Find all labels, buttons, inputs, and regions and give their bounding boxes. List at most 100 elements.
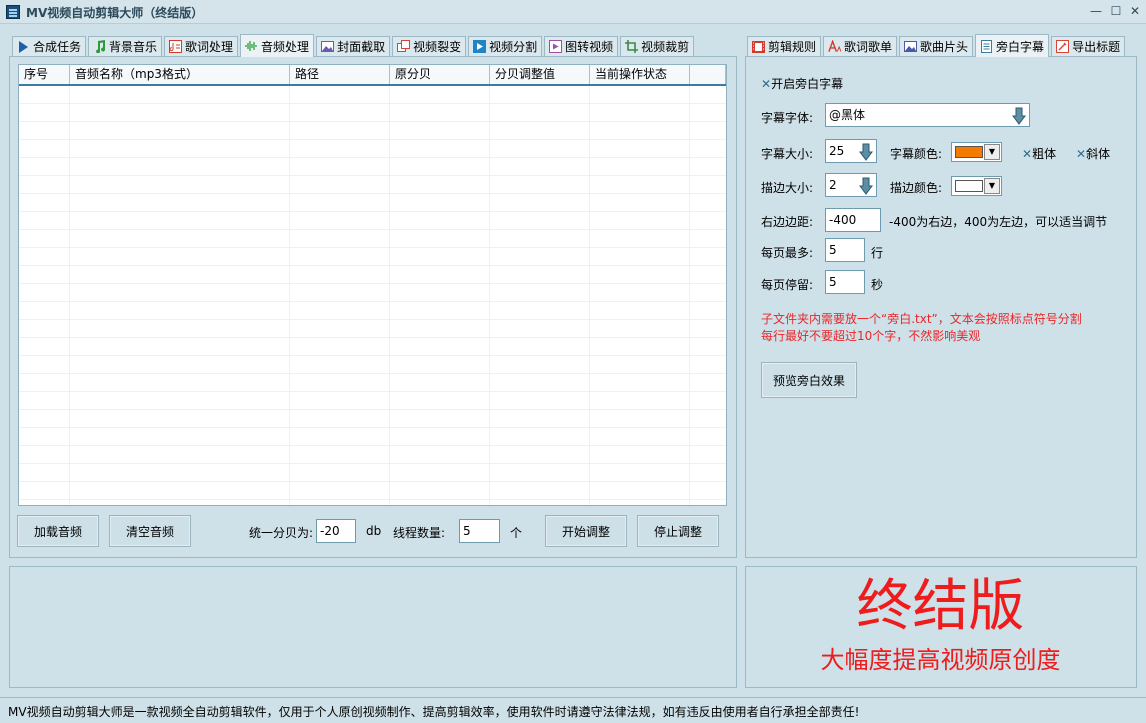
app-icon (6, 5, 20, 19)
tab-narration-subtitle[interactable]: 旁白字幕 (975, 34, 1050, 57)
unify-db-input[interactable]: -20 (316, 519, 356, 543)
font-size-spinner[interactable]: 25 (825, 139, 877, 163)
stroke-size-value: 2 (829, 178, 837, 192)
tab-label: 旁白字幕 (996, 39, 1045, 54)
stroke-color-swatch (955, 180, 983, 192)
right-margin-hint: -400为右边，400为左边，可以适当调节 (889, 215, 1108, 229)
stop-adjust-button[interactable]: 停止调整 (637, 515, 719, 547)
narration-subtitle-panel (745, 56, 1137, 558)
load-audio-button[interactable]: 加载音频 (17, 515, 99, 547)
tab-lyrics-playlist[interactable]: 歌词歌单 (823, 36, 898, 56)
tab-video-crop[interactable]: 视频裁剪 (620, 36, 695, 56)
tab-label: 封面截取 (337, 40, 386, 54)
column-divider (389, 86, 390, 505)
chevron-down-icon[interactable]: ▼ (984, 144, 1000, 160)
column-header-db-adjust[interactable]: 分贝调整值 (490, 65, 590, 84)
status-text: MV视频自动剪辑大师是一款视频全自动剪辑软件，仅用于个人原创视频制作、提高剪辑效… (8, 705, 860, 719)
enable-narration-label: 开启旁白字幕 (771, 77, 844, 91)
tab-song-intro[interactable]: 歌曲片头 (899, 36, 974, 56)
minimize-button[interactable]: — (1088, 3, 1104, 19)
tab-video-fission[interactable]: 视频裂变 (392, 36, 467, 56)
column-header-path[interactable]: 路径 (290, 65, 390, 84)
maximize-button[interactable]: ☐ (1108, 3, 1124, 19)
tab-label: 剪辑规则 (768, 40, 817, 54)
column-header-extra[interactable] (690, 65, 726, 84)
tab-label: 导出标题 (1072, 40, 1121, 54)
dropdown-arrow-icon[interactable] (1011, 106, 1027, 126)
tab-background-music[interactable]: 背景音乐 (88, 36, 163, 56)
italic-label: 斜体 (1086, 147, 1111, 161)
page-stay-input[interactable]: 5 (825, 270, 865, 294)
crop-icon (625, 40, 639, 53)
tab-label: 视频裂变 (413, 40, 462, 54)
spinner-arrow-icon[interactable] (858, 142, 874, 162)
thread-count-label: 线程数量: (393, 526, 446, 540)
title-bar: MV视频自动剪辑大师（终结版） — ☐ ✕ (0, 0, 1146, 24)
audio-table[interactable]: 序号 音频名称（mp3格式） 路径 原分贝 分贝调整值 当前操作状态 (18, 64, 727, 506)
tab-label: 视频裁剪 (641, 40, 690, 54)
page-stay-label: 每页停留: (761, 278, 814, 292)
font-size-value: 25 (829, 144, 845, 158)
play-icon (17, 40, 30, 53)
font-icon (828, 40, 842, 53)
tab-label: 图转视频 (565, 40, 614, 54)
tab-label: 歌曲片头 (920, 40, 969, 54)
picture-icon (904, 40, 918, 53)
italic-checkbox[interactable]: ✕斜体 (1076, 145, 1110, 162)
stroke-size-spinner[interactable]: 2 (825, 173, 877, 197)
tab-video-split[interactable]: 视频分割 (468, 36, 543, 56)
column-divider (69, 86, 70, 505)
thread-unit-label: 个 (510, 526, 523, 540)
tab-edit-rules[interactable]: 剪辑规则 (747, 36, 822, 56)
window-title: MV视频自动剪辑大师（终结版） (26, 6, 204, 20)
column-header-original-db[interactable]: 原分贝 (390, 65, 490, 84)
column-header-index[interactable]: 序号 (19, 65, 70, 84)
spinner-arrow-icon[interactable] (858, 176, 874, 196)
enable-narration-checkbox[interactable]: ✕开启旁白字幕 (761, 75, 843, 92)
column-divider (289, 86, 290, 505)
page-stay-unit: 秒 (871, 278, 884, 292)
column-header-status[interactable]: 当前操作状态 (590, 65, 690, 84)
tab-label: 音频处理 (261, 39, 310, 54)
narration-note-line2: 每行最好不要超过10个字，不然影响美观 (761, 329, 981, 343)
tab-label: 歌词歌单 (844, 40, 893, 54)
tab-export-title[interactable]: 导出标题 (1051, 36, 1126, 56)
tab-image-to-video[interactable]: 图转视频 (544, 36, 619, 56)
stroke-color-label: 描边颜色: (890, 181, 943, 195)
bold-label: 粗体 (1032, 147, 1057, 161)
preview-narration-button[interactable]: 预览旁白效果 (761, 362, 857, 398)
promo-title: 终结版 (856, 574, 1025, 639)
tab-lyrics-processing[interactable]: 歌词处理 (164, 36, 239, 56)
font-size-label: 字幕大小: (761, 147, 814, 161)
tab-label: 合成任务 (33, 40, 82, 54)
tab-label: 歌词处理 (185, 40, 234, 54)
stroke-color-picker[interactable]: ▼ (951, 176, 1002, 196)
promo-subtitle: 大幅度提高视频原创度 (820, 646, 1061, 674)
right-tab-strip: 剪辑规则 歌词歌单 歌曲片头 旁白字幕 导出标题 (747, 34, 1127, 57)
chevron-down-icon[interactable]: ▼ (984, 178, 1000, 194)
unify-db-label: 统一分贝为: (249, 526, 314, 540)
max-lines-input[interactable]: 5 (825, 238, 865, 262)
column-header-audio-name[interactable]: 音频名称（mp3格式） (70, 65, 290, 84)
music-note-icon (93, 40, 106, 53)
check-mark-icon: ✕ (1076, 147, 1087, 161)
thread-count-input[interactable]: 5 (459, 519, 500, 543)
check-mark-icon: ✕ (1022, 147, 1033, 161)
clear-audio-button[interactable]: 清空音频 (109, 515, 191, 547)
right-margin-input[interactable]: -400 (825, 208, 881, 232)
font-color-picker[interactable]: ▼ (951, 142, 1002, 162)
edit-icon (1056, 40, 1070, 53)
lyrics-icon (169, 40, 183, 53)
tab-compose-task[interactable]: 合成任务 (12, 36, 87, 56)
start-adjust-button[interactable]: 开始调整 (545, 515, 627, 547)
tab-cover-capture[interactable]: 封面截取 (316, 36, 391, 56)
column-divider (489, 86, 490, 505)
font-select[interactable]: @黑体 (825, 103, 1030, 127)
narration-note-line1: 子文件夹内需要放一个“旁白.txt”，文本会按照标点符号分割 (761, 312, 1082, 326)
bold-checkbox[interactable]: ✕粗体 (1022, 145, 1056, 162)
table-body[interactable] (19, 86, 726, 505)
log-panel (9, 566, 737, 688)
close-button[interactable]: ✕ (1127, 3, 1143, 19)
tab-audio-processing[interactable]: 音频处理 (240, 34, 315, 57)
film-icon (752, 40, 765, 53)
